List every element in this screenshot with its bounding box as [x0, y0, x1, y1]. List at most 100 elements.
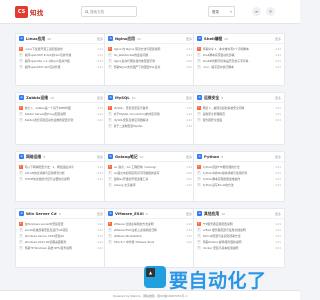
back-to-top-button[interactable]: ▲	[146, 268, 155, 277]
card-more-link[interactable]: 更多	[186, 212, 192, 216]
item-title[interactable]: Nginx反向代理负载均衡配置示例	[114, 59, 185, 63]
item-title[interactable]: VMware ESXi主机上虚拟机的迁移	[114, 228, 185, 232]
list-item[interactable]: 5 Docker 安装与基本使用说明 2-21	[197, 245, 281, 251]
item-title[interactable]: Zabbix监控项及自动化运维的配置示例	[25, 118, 96, 122]
item-title[interactable]: Python中的IPy模块详解与使用示例	[203, 171, 274, 175]
item-title[interactable]: 编译openSSH 8.2p1的rpm包并升级	[25, 53, 96, 57]
item-title[interactable]: 部署Zimbra 邮件服务器的说明	[203, 240, 274, 244]
card-more-link[interactable]: 更多	[97, 155, 103, 159]
item-title[interactable]: vsftpd 服务器配置与使用文档说明	[203, 228, 274, 232]
card-title[interactable]: Python	[204, 154, 219, 159]
item-title[interactable]: Nginx 内 Nginx 限流方法与配置说明	[114, 47, 185, 51]
list-item[interactable]: 4 基于二进制安装MySQL 2-21	[108, 123, 192, 129]
card-title[interactable]: VMware_ESXi	[115, 211, 144, 216]
item-date: 2-21	[97, 112, 103, 116]
item-title[interactable]: MySQL：安装包安装与备份	[114, 106, 185, 110]
item-title[interactable]: Python读写Excel的方法	[203, 183, 274, 187]
item-title[interactable]: 编译openSSH rpm包并升级	[25, 65, 96, 69]
item-title[interactable]: VXLAN协议详解与应用场景分析	[25, 171, 96, 175]
card-title[interactable]: Shell编程	[204, 36, 222, 42]
card-title[interactable]: MySQL	[115, 95, 130, 100]
card-title[interactable]: Zabbix运维	[26, 95, 48, 101]
item-title[interactable]: cron：编写定时执行脚本	[203, 65, 274, 69]
item-title[interactable]: VMware Workstation	[114, 234, 185, 238]
item-title[interactable]: VMware 创建虚拟机的方法说明	[114, 222, 185, 226]
card-more-link[interactable]: 更多	[275, 37, 281, 41]
item-title[interactable]: Linux下使用开源工具配置备份	[25, 47, 96, 51]
item-title[interactable]: 服务器安全加固	[203, 118, 274, 122]
card-title[interactable]: 运维安全	[204, 95, 219, 101]
list-item[interactable]: 4 部署Nginx支持国产下的国密SSL证书 2-21	[108, 64, 192, 70]
item-title[interactable]: ESXi 6.7 中升级 VMware Tools	[114, 240, 185, 244]
list-item[interactable]: 3 服务器安全加固 2-21	[197, 117, 281, 123]
item-title[interactable]: Shell脚本实现自动化部署	[203, 53, 274, 57]
item-title[interactable]: Python搭建FTP服务器的方法	[203, 165, 274, 169]
category-icon: ≡	[19, 36, 24, 41]
item-title[interactable]: 运维安全管理规范	[203, 112, 274, 116]
item-title[interactable]: 有以下两种配置方法：1、网络连接共享	[25, 165, 96, 169]
item-title[interactable]: FTP服务器应用配置说明	[203, 222, 274, 226]
item-title[interactable]: Windows 2012 R2远程桌面服务	[25, 240, 96, 244]
list-item[interactable]: 4 cron：编写定时执行脚本 2-21	[197, 64, 281, 70]
item-title[interactable]: Zabbix Server和Proxy配置说明	[25, 112, 96, 116]
card-title[interactable]: Linux应用	[26, 36, 45, 42]
card-more-link[interactable]: 更多	[186, 96, 192, 100]
card-more-link[interactable]: 更多	[97, 37, 103, 41]
list-item[interactable]: 4 Python读写Excel的方法 2-21	[197, 182, 281, 188]
card-title[interactable]: Nginx应用	[115, 36, 135, 42]
item-date: 2-21	[186, 59, 192, 63]
theme-icon[interactable]: ☼	[266, 7, 275, 16]
card-more-link[interactable]: 更多	[186, 155, 192, 159]
card-count: 6	[145, 211, 148, 216]
card-title[interactable]: 其他应用	[204, 211, 219, 217]
search-input[interactable]: 搜索文档	[81, 6, 137, 17]
item-title[interactable]: 部署Nginx支持国产下的国密SSL证书	[114, 65, 185, 69]
item-title[interactable]: 基于二进制安装MySQL	[114, 124, 185, 128]
item-title[interactable]: 关于MySQL Connector/J的时区问题	[114, 112, 185, 116]
list-item[interactable]: 4 编译openSSH rpm包并升级 2-21	[19, 64, 103, 70]
list-item[interactable]: 3 TCP/IP协议族的分层与主要协议说明 2-21	[19, 176, 103, 182]
item-date: 2-21	[186, 183, 192, 187]
item-title[interactable]: 使用Go开发的开源运维工具	[114, 177, 185, 181]
category-card: ≡ Golang笔记 10 更多 1 Go 语言：Go 工程结构（Golang） 2-21 2…	[104, 151, 196, 202]
item-rank: 2	[197, 112, 201, 116]
item-title[interactable]: 编译openSSL 1.1.1的rpm包并升级	[25, 59, 96, 63]
item-title[interactable]: Docker 安装与基本使用说明	[203, 246, 274, 250]
card-more-link[interactable]: 更多	[97, 212, 103, 216]
item-title[interactable]: 概述 1、故障引起的系统安全问题	[203, 106, 274, 110]
item-title[interactable]: win10系统部署安装及运行C#项目	[25, 228, 96, 232]
card-title[interactable]: Win Server C#	[26, 211, 57, 216]
item-title[interactable]: TCP/IP协议族的分层与主要协议说明	[25, 177, 96, 181]
card-title[interactable]: 网络运维	[26, 154, 41, 160]
item-title[interactable]: Windows Server 2019安装IIS	[25, 234, 96, 238]
card-title[interactable]: Golang笔记	[115, 154, 138, 160]
item-title[interactable]: 部署命令 1、本文章共有5个示例脚本	[203, 47, 274, 51]
item-title[interactable]: 部署TP Windows 系统 NFS 服务说明	[25, 246, 96, 250]
list-item[interactable]: 5 部署TP Windows 系统 NFS 服务说明 2-21	[19, 245, 103, 251]
card-more-link[interactable]: 更多	[186, 37, 192, 41]
login-button[interactable]: 登录 ▾	[208, 6, 235, 17]
card-more-link[interactable]: 更多	[97, 96, 103, 100]
site-logo[interactable]: CS 知找	[15, 6, 44, 18]
item-title[interactable]: Python脚本实现批量运维操作	[203, 177, 274, 181]
list-item[interactable]: 3 Zabbix监控项及自动化运维的配置示例 2-21	[19, 117, 103, 123]
list-item[interactable]: 4 Golang 交叉编译 2-21	[108, 182, 192, 188]
item-title[interactable]: Go语言中如何实现对不同数据的读写	[114, 171, 185, 175]
item-title[interactable]: MySQL安装及常见问题解决	[114, 118, 185, 122]
item-title[interactable]: Shell中判断字符串是否包含子字符串	[203, 59, 274, 63]
item-title[interactable]: 在Windows server中安装配置	[25, 222, 96, 226]
item-title[interactable]: Tomcat配置与多实例部署方法	[203, 234, 274, 238]
card-more-link[interactable]: 更多	[275, 212, 281, 216]
item-title[interactable]: Nu_WebSocket的连接问题	[114, 53, 185, 57]
card-more-link[interactable]: 更多	[275, 155, 281, 159]
item-title[interactable]: 前言 1、zabbix是一个基于WEB界面	[25, 106, 96, 110]
item-title[interactable]: Golang 交叉编译	[114, 183, 185, 187]
item-rank: 3	[108, 177, 112, 181]
category-card: ≡ Linux应用 40 更多 1 Linux下使用开源工具配置备份 2-21 2 编译open…	[15, 33, 107, 86]
logo-text: 知找	[30, 9, 44, 17]
item-title[interactable]: Go 语言：Go 工程结构（Golang）	[114, 165, 185, 169]
menu-icon[interactable]: ≡	[252, 7, 261, 16]
item-date: 2-21	[275, 177, 281, 181]
card-more-link[interactable]: 更多	[275, 96, 281, 100]
list-item[interactable]: 4 ESXi 6.7 中升级 VMware Tools 2-21	[108, 239, 192, 245]
